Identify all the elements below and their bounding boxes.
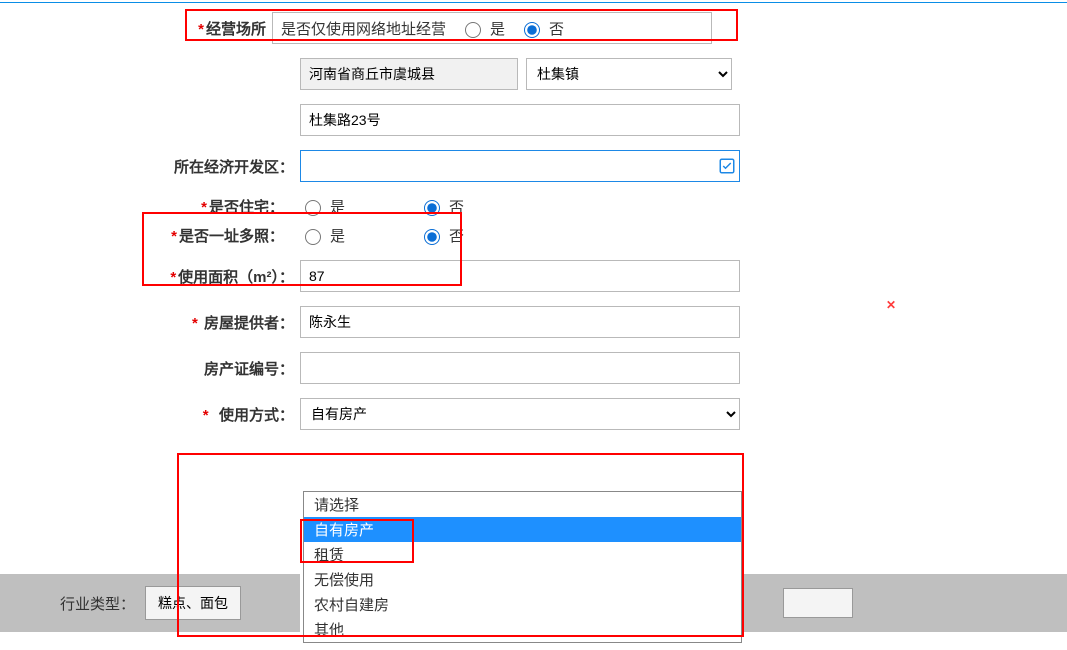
cert-input[interactable] <box>300 352 740 384</box>
dev-zone-label: 所在经济开发区： <box>0 156 300 177</box>
multi-no-radio[interactable]: 否 <box>419 225 464 246</box>
region-input <box>300 58 518 90</box>
network-question-text: 是否仅使用网络地址经营 <box>281 18 446 39</box>
provider-label: * 房屋提供者： <box>0 312 300 333</box>
dev-zone-input[interactable] <box>300 150 740 182</box>
town-select[interactable]: 杜集镇 <box>526 58 732 90</box>
multi-yes-radio[interactable]: 是 <box>300 225 345 246</box>
location-label: *经营场所 <box>0 18 272 39</box>
usage-option[interactable]: 请选择 <box>304 492 741 517</box>
usage-label: * 使用方式： <box>0 404 300 425</box>
footer-right-button[interactable] <box>783 588 853 618</box>
cert-label: 房产证编号： <box>0 358 300 379</box>
industry-button[interactable]: 糕点、面包 <box>145 586 241 620</box>
usage-option[interactable]: 农村自建房 <box>304 592 741 617</box>
footer-bar: 行业类型： 糕点、面包 <box>0 574 300 632</box>
address-input[interactable] <box>300 104 740 136</box>
usage-select[interactable]: 自有房产 <box>300 398 740 430</box>
residence-no-radio[interactable]: 否 <box>419 196 464 217</box>
network-no-radio[interactable]: 否 <box>519 18 564 39</box>
usage-dropdown-list: 请选择 自有房产 租赁 无偿使用 农村自建房 其他 <box>303 491 742 643</box>
usage-option[interactable]: 其他 <box>304 617 741 642</box>
area-label: *使用面积（m²）： <box>0 266 300 287</box>
select-icon[interactable] <box>718 157 736 175</box>
network-yes-radio[interactable]: 是 <box>460 18 505 39</box>
footer-right <box>743 574 1067 632</box>
usage-option[interactable]: 自有房产 <box>304 517 741 542</box>
annotation-cross-icon: ✕ <box>886 298 896 312</box>
residence-yes-radio[interactable]: 是 <box>300 196 345 217</box>
area-input[interactable] <box>300 260 740 292</box>
usage-option[interactable]: 无偿使用 <box>304 567 741 592</box>
industry-label: 行业类型： <box>60 593 135 614</box>
multi-label: *是否一址多照： <box>0 225 290 246</box>
residence-label: *是否住宅： <box>0 196 290 217</box>
provider-input[interactable] <box>300 306 740 338</box>
usage-option[interactable]: 租赁 <box>304 542 741 567</box>
